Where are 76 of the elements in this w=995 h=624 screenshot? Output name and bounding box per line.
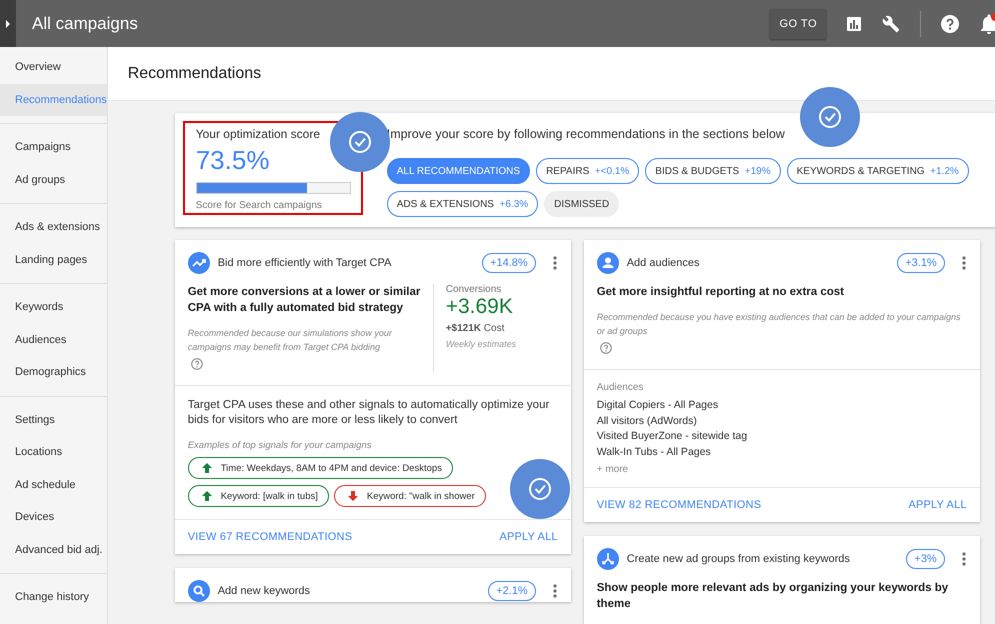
- signal-text: Keyword: [walk in tubs]: [220, 490, 318, 502]
- sidebar-item[interactable]: Overview: [0, 51, 107, 84]
- sidebar-item[interactable]: Devices: [0, 501, 107, 534]
- sidebar-item[interactable]: Ad schedule: [0, 468, 107, 501]
- sidebar-item[interactable]: Landing pages: [0, 244, 107, 276]
- audience-name: Walk-In Tubs - All Pages: [596, 444, 712, 460]
- card-title: Create new ad groups from existing keywords: [626, 553, 850, 565]
- reason-text: Recommended because you have existing audiences that can be added to your campaigns or ad groups: [596, 311, 962, 338]
- sidebar-item[interactable]: Campaigns: [0, 131, 107, 164]
- bar-chart-icon[interactable]: [846, 16, 862, 32]
- score-impact-badge: +3%: [906, 549, 945, 569]
- score-impact-badge: +2.1%: [488, 581, 536, 601]
- card-title: Add audiences: [626, 257, 700, 269]
- up-arrow-icon: [200, 490, 213, 502]
- card-title: Bid more efficiently with Target CPA: [218, 257, 392, 269]
- audiences-label: Audiences: [596, 382, 644, 393]
- audience-name: Digital Copiers - All Pages: [596, 398, 720, 413]
- score-impact-badge: +3.1%: [897, 253, 945, 273]
- sidebar-item[interactable]: Locations: [0, 436, 107, 468]
- apply-all-button[interactable]: APPLY ALL: [499, 531, 558, 543]
- view-recommendations-button[interactable]: VIEW 82 RECOMMENDATIONS: [596, 499, 762, 511]
- sidebar-item[interactable]: Ads & extensions: [0, 211, 107, 244]
- cost-text: +$121K Cost: [446, 323, 506, 334]
- up-arrow-icon: [200, 462, 213, 474]
- go-to-button[interactable]: GO TO: [770, 8, 826, 38]
- page-heading: All campaigns: [32, 14, 138, 34]
- audience-name: All visitors (AdWords): [596, 414, 698, 428]
- help-icon[interactable]: [941, 14, 959, 32]
- estimate-note: Weekly estimates: [446, 339, 518, 349]
- filter-chip[interactable]: DISMISSED: [544, 191, 620, 217]
- sidebar-item[interactable]: Keywords: [0, 291, 107, 324]
- sidebar-item[interactable]: Advanced bid adj.: [0, 534, 107, 566]
- filter-chip[interactable]: BIDS & BUDGETS +19%: [645, 158, 781, 184]
- page-title: Recommendations: [128, 64, 262, 82]
- notification-bell-icon[interactable]: [979, 12, 995, 34]
- card-title: Add new keywords: [218, 585, 310, 597]
- card-headline: Get more conversions at a lower or similar CPA with a fully automated bid strategy: [188, 285, 422, 316]
- filter-chip[interactable]: KEYWORDS & TARGETING +1.2%: [786, 158, 969, 184]
- more-options-icon[interactable]: [962, 552, 966, 566]
- more-link[interactable]: + more: [596, 464, 967, 475]
- sidebar-item[interactable]: Demographics: [0, 356, 107, 388]
- sidebar-toggle[interactable]: [0, 0, 16, 47]
- wrench-icon[interactable]: [882, 14, 900, 32]
- stat-value: +3.69K: [446, 295, 514, 319]
- filter-chip[interactable]: REPAIRS +<0.1%: [536, 158, 640, 184]
- score-impact-badge: +14.8%: [482, 253, 536, 273]
- stat-label: Conversions: [446, 284, 502, 295]
- trend-icon: [188, 252, 210, 274]
- audience-name: Visited BuyerZone - sitewide tag: [596, 429, 748, 444]
- more-options-icon[interactable]: [552, 584, 557, 598]
- help-icon[interactable]: [600, 342, 612, 354]
- score-caption: Score for Search campaigns: [196, 200, 323, 211]
- signal-text: Keyword: "walk in shower: [366, 490, 475, 502]
- sidebar-item[interactable]: Settings: [0, 404, 107, 436]
- person-icon: [596, 252, 619, 274]
- filter-chip[interactable]: ADS & EXTENSIONS +6.3%: [386, 191, 538, 217]
- more-options-icon[interactable]: [962, 256, 966, 270]
- down-arrow-icon: [346, 490, 359, 502]
- view-recommendations-button[interactable]: VIEW 67 RECOMMENDATIONS: [188, 531, 352, 543]
- card-headline: Get more insightful reporting at no extra cost: [596, 285, 845, 300]
- score-title: Your optimization score: [196, 127, 322, 141]
- split-arrows-icon: [596, 548, 619, 570]
- reason-text: Recommended because our simulations show your campaigns may benefit from Target CPA bidding: [188, 327, 394, 354]
- card-headline: Show people more relevant ads by organizing your keywords by theme: [596, 581, 950, 612]
- more-options-icon[interactable]: [552, 256, 557, 270]
- sidebar-item[interactable]: Ad groups: [0, 164, 107, 196]
- description-text: Target CPA uses these and other signals to automatically optimize your bids for visitors who are more or less likely to convert: [188, 398, 550, 428]
- help-icon[interactable]: [190, 358, 203, 370]
- signals-label: Examples of top signals for your campaigns: [188, 440, 372, 451]
- signal-text: Time: Weekdays, 8AM to 4PM and device: Desktops: [220, 462, 442, 474]
- sidebar-item[interactable]: Audiences: [0, 324, 107, 356]
- filter-chip[interactable]: ALL RECOMMENDATIONS: [386, 158, 530, 184]
- score-value: 73.5%: [196, 145, 270, 176]
- apply-all-button[interactable]: APPLY ALL: [908, 499, 967, 511]
- caret-icon: [5, 20, 11, 28]
- sidebar-item[interactable]: Change history: [0, 581, 107, 614]
